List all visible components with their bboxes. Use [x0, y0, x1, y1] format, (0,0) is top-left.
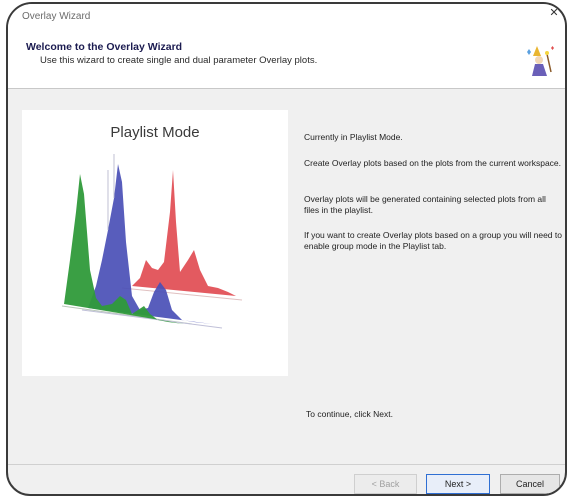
next-button[interactable]: Next > [426, 474, 490, 494]
wizard-header: Welcome to the Overlay Wizard Use this w… [8, 32, 565, 89]
panel-title: Playlist Mode [110, 124, 200, 141]
info-group-mode: If you want to create Overlay plots base… [304, 230, 562, 251]
info-playlist-files: Overlay plots will be generated containi… [304, 194, 546, 215]
blue-peak [88, 164, 212, 324]
overlay-illustration [61, 154, 243, 329]
header-title: Welcome to the Overlay Wizard [26, 41, 183, 53]
back-button[interactable]: < Back [354, 474, 417, 494]
continue-hint: To continue, click Next. [306, 409, 393, 419]
wizard-icon [527, 46, 554, 76]
info-create-overlay: Create Overlay plots based on the plots … [304, 158, 562, 168]
info-current-mode: Currently in Playlist Mode. [304, 132, 403, 142]
red-peak [132, 170, 236, 296]
playlist-mode-panel: Playlist Mode [22, 110, 288, 376]
wizard-window: Overlay Wizard ✕ Welcome to the Overlay … [6, 2, 567, 496]
footer-divider [8, 464, 565, 465]
header-subtitle: Use this wizard to create single and dua… [40, 55, 318, 66]
close-icon[interactable]: ✕ [547, 6, 561, 20]
cancel-button[interactable]: Cancel [500, 474, 560, 494]
window-title: Overlay Wizard [22, 11, 91, 22]
title-bar: Overlay Wizard ✕ [8, 4, 565, 32]
